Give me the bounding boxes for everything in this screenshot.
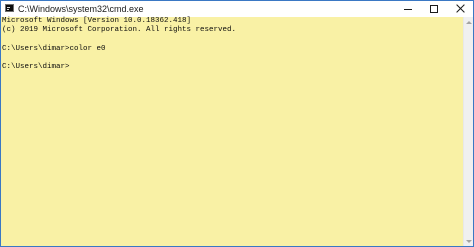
scroll-up-button[interactable] <box>464 17 473 27</box>
minimize-icon <box>404 9 412 10</box>
scroll-down-arrow-icon <box>466 239 472 243</box>
cmd-window: C:\Windows\system32\cmd.exe Microsoft Wi… <box>0 0 474 247</box>
console-prompt-line[interactable]: C:\Users\dimar> <box>2 63 463 72</box>
cmd-icon[interactable] <box>5 4 14 12</box>
maximize-button[interactable] <box>421 1 447 17</box>
vertical-scrollbar[interactable] <box>463 17 473 246</box>
maximize-icon <box>430 5 438 13</box>
console-line: (c) 2019 Microsoft Corporation. All righ… <box>2 26 237 35</box>
minimize-button[interactable] <box>395 1 421 17</box>
close-button[interactable] <box>447 1 473 17</box>
scroll-down-button[interactable] <box>464 236 473 246</box>
scroll-up-arrow-icon <box>466 20 472 24</box>
close-icon <box>456 4 465 13</box>
console-output[interactable]: Microsoft Windows [Version 10.0.18362.41… <box>1 17 463 246</box>
window-title: C:\Windows\system32\cmd.exe <box>18 4 144 14</box>
caption-buttons <box>395 1 473 17</box>
console-line: C:\Users\dimar>color e0 <box>2 44 106 53</box>
console-line: Microsoft Windows [Version 10.0.18362.41… <box>2 17 192 25</box>
title-bar[interactable]: C:\Windows\system32\cmd.exe <box>1 1 473 17</box>
